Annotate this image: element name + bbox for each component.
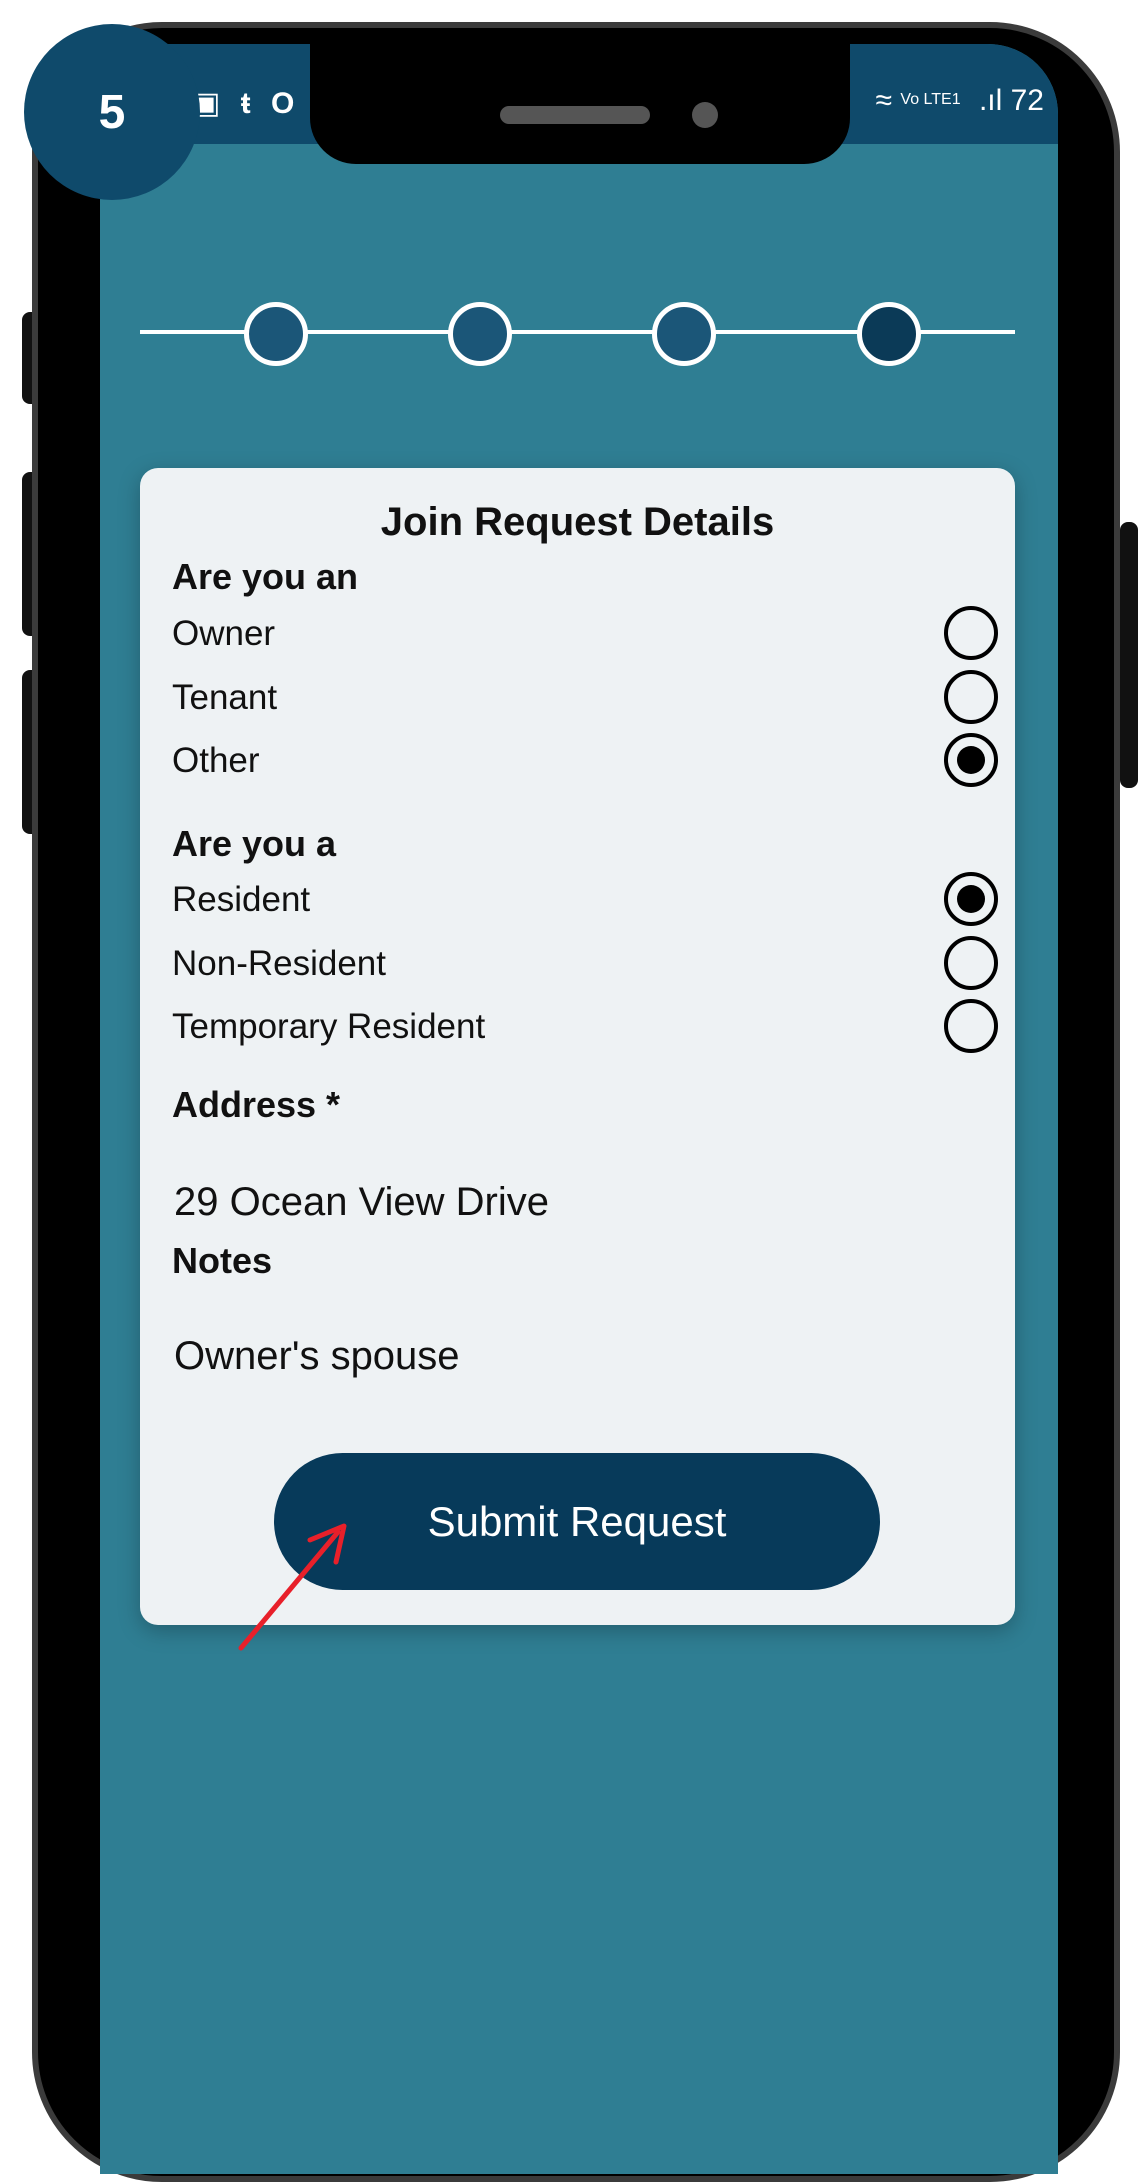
notes-field[interactable]: Owner's spouse	[174, 1334, 460, 1379]
stepper-step-3	[652, 302, 716, 366]
speaker-grille	[500, 106, 650, 124]
radio-temporary-resident[interactable]	[944, 999, 998, 1053]
option-label: Tenant	[172, 678, 278, 717]
radio-owner[interactable]	[944, 606, 998, 660]
status-time: 72	[1010, 84, 1044, 117]
stepper-step-2	[448, 302, 512, 366]
network-type: Vo LTE1	[900, 91, 961, 108]
front-camera	[692, 102, 718, 128]
option-label: Owner	[172, 614, 276, 653]
signal-icon: .ıl	[978, 84, 1003, 117]
status-right: ≈ Vo LTE1 .ıl 72	[876, 84, 1044, 118]
option-label: Resident	[172, 880, 311, 919]
wifi-icon: ≈	[875, 84, 893, 117]
option-resident[interactable]: Resident	[172, 872, 998, 932]
power-button	[1120, 522, 1138, 788]
option-label: Other	[172, 741, 260, 780]
radio-resident[interactable]	[944, 872, 998, 926]
stepper-step-4-current	[857, 302, 921, 366]
option-label: Temporary Resident	[172, 1007, 486, 1046]
address-label: Address *	[172, 1084, 341, 1125]
card-title: Join Request Details	[380, 500, 775, 544]
notification-icons: ▣ ŧ O	[192, 87, 301, 120]
residency-type-label: Are you a	[172, 823, 337, 864]
radio-tenant[interactable]	[944, 670, 998, 724]
occupancy-type-label: Are you an	[172, 556, 359, 597]
option-non-resident[interactable]: Non-Resident	[172, 936, 998, 996]
option-label: Non-Resident	[172, 944, 386, 983]
notes-label: Notes	[172, 1240, 273, 1281]
option-temporary-resident[interactable]: Temporary Resident	[172, 999, 998, 1059]
stepper-step-1	[244, 302, 308, 366]
submit-request-button[interactable]: Submit Request	[274, 1453, 880, 1590]
option-other[interactable]: Other	[172, 733, 998, 793]
option-owner[interactable]: Owner	[172, 606, 998, 666]
radio-other[interactable]	[944, 733, 998, 787]
radio-non-resident[interactable]	[944, 936, 998, 990]
join-request-card: Join Request Details Are you an Owner Te…	[140, 468, 1015, 1625]
step-number-badge: 5	[24, 24, 200, 200]
phone-notch	[310, 44, 850, 164]
address-field[interactable]: 29 Ocean View Drive	[174, 1180, 549, 1225]
option-tenant[interactable]: Tenant	[172, 670, 998, 730]
